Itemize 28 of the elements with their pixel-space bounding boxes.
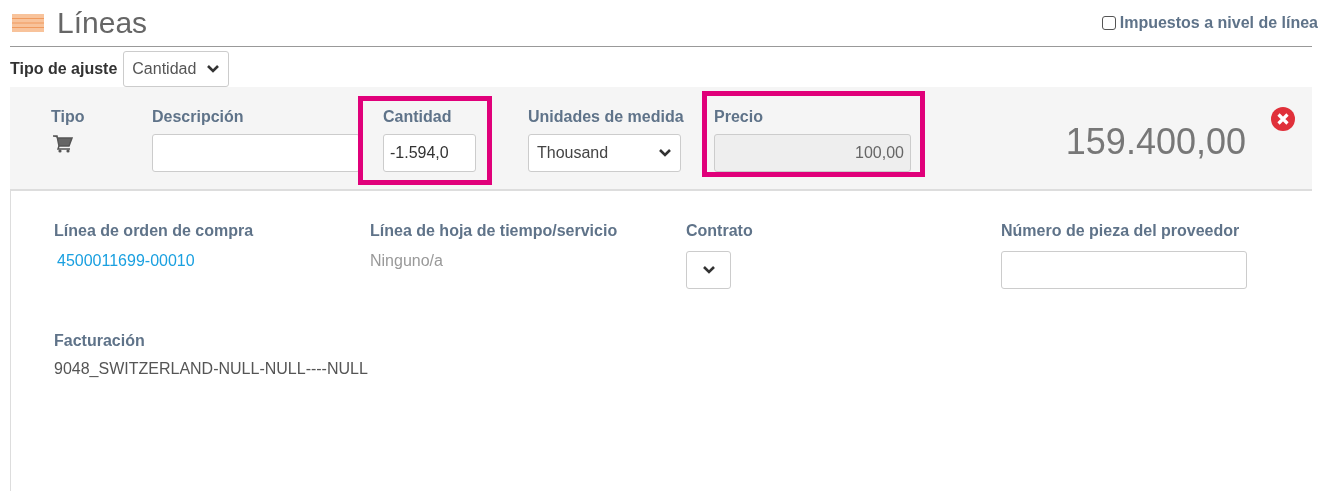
cart-icon — [53, 135, 73, 153]
chevron-down-icon — [701, 265, 716, 275]
field-label: Contrato — [686, 221, 754, 241]
line-level-tax-checkbox[interactable]: Impuestos a nivel de línea — [1101, 11, 1318, 35]
remove-icon[interactable] — [1271, 107, 1295, 131]
field-value: 9048_SWITZERLAND-NULL-NULL----NULL — [54, 359, 368, 379]
field-label: Descripción — [152, 107, 245, 127]
field-label: Cantidad — [383, 107, 453, 127]
field-value: Ninguno/a — [370, 251, 443, 271]
checkbox[interactable] — [1101, 16, 1116, 30]
input-field[interactable] — [1001, 251, 1247, 289]
field-label: Número de pieza del proveedor — [1001, 221, 1241, 241]
section-title: Líneas — [57, 8, 148, 38]
field-label: Línea de orden de compra — [54, 221, 255, 241]
lines-icon — [12, 14, 44, 32]
chevron-down-icon — [206, 64, 221, 74]
line-total: 159.400,00 — [1065, 120, 1246, 164]
adjustment-type-label: Tipo de ajuste — [10, 59, 118, 79]
field-label: Línea de hoja de tiempo/servicio — [370, 221, 619, 241]
field-label: Facturación — [54, 331, 145, 351]
input-field[interactable] — [152, 134, 360, 172]
field-label: Precio — [714, 107, 764, 127]
input-field[interactable]: -1.594,0 — [383, 134, 476, 172]
chevron-down-icon — [658, 148, 672, 158]
adjustment-type-select[interactable]: Cantidad — [123, 51, 230, 87]
type-label: Tipo — [51, 107, 85, 127]
unit-select[interactable]: Thousand — [528, 134, 681, 172]
contract-select[interactable] — [686, 251, 731, 289]
